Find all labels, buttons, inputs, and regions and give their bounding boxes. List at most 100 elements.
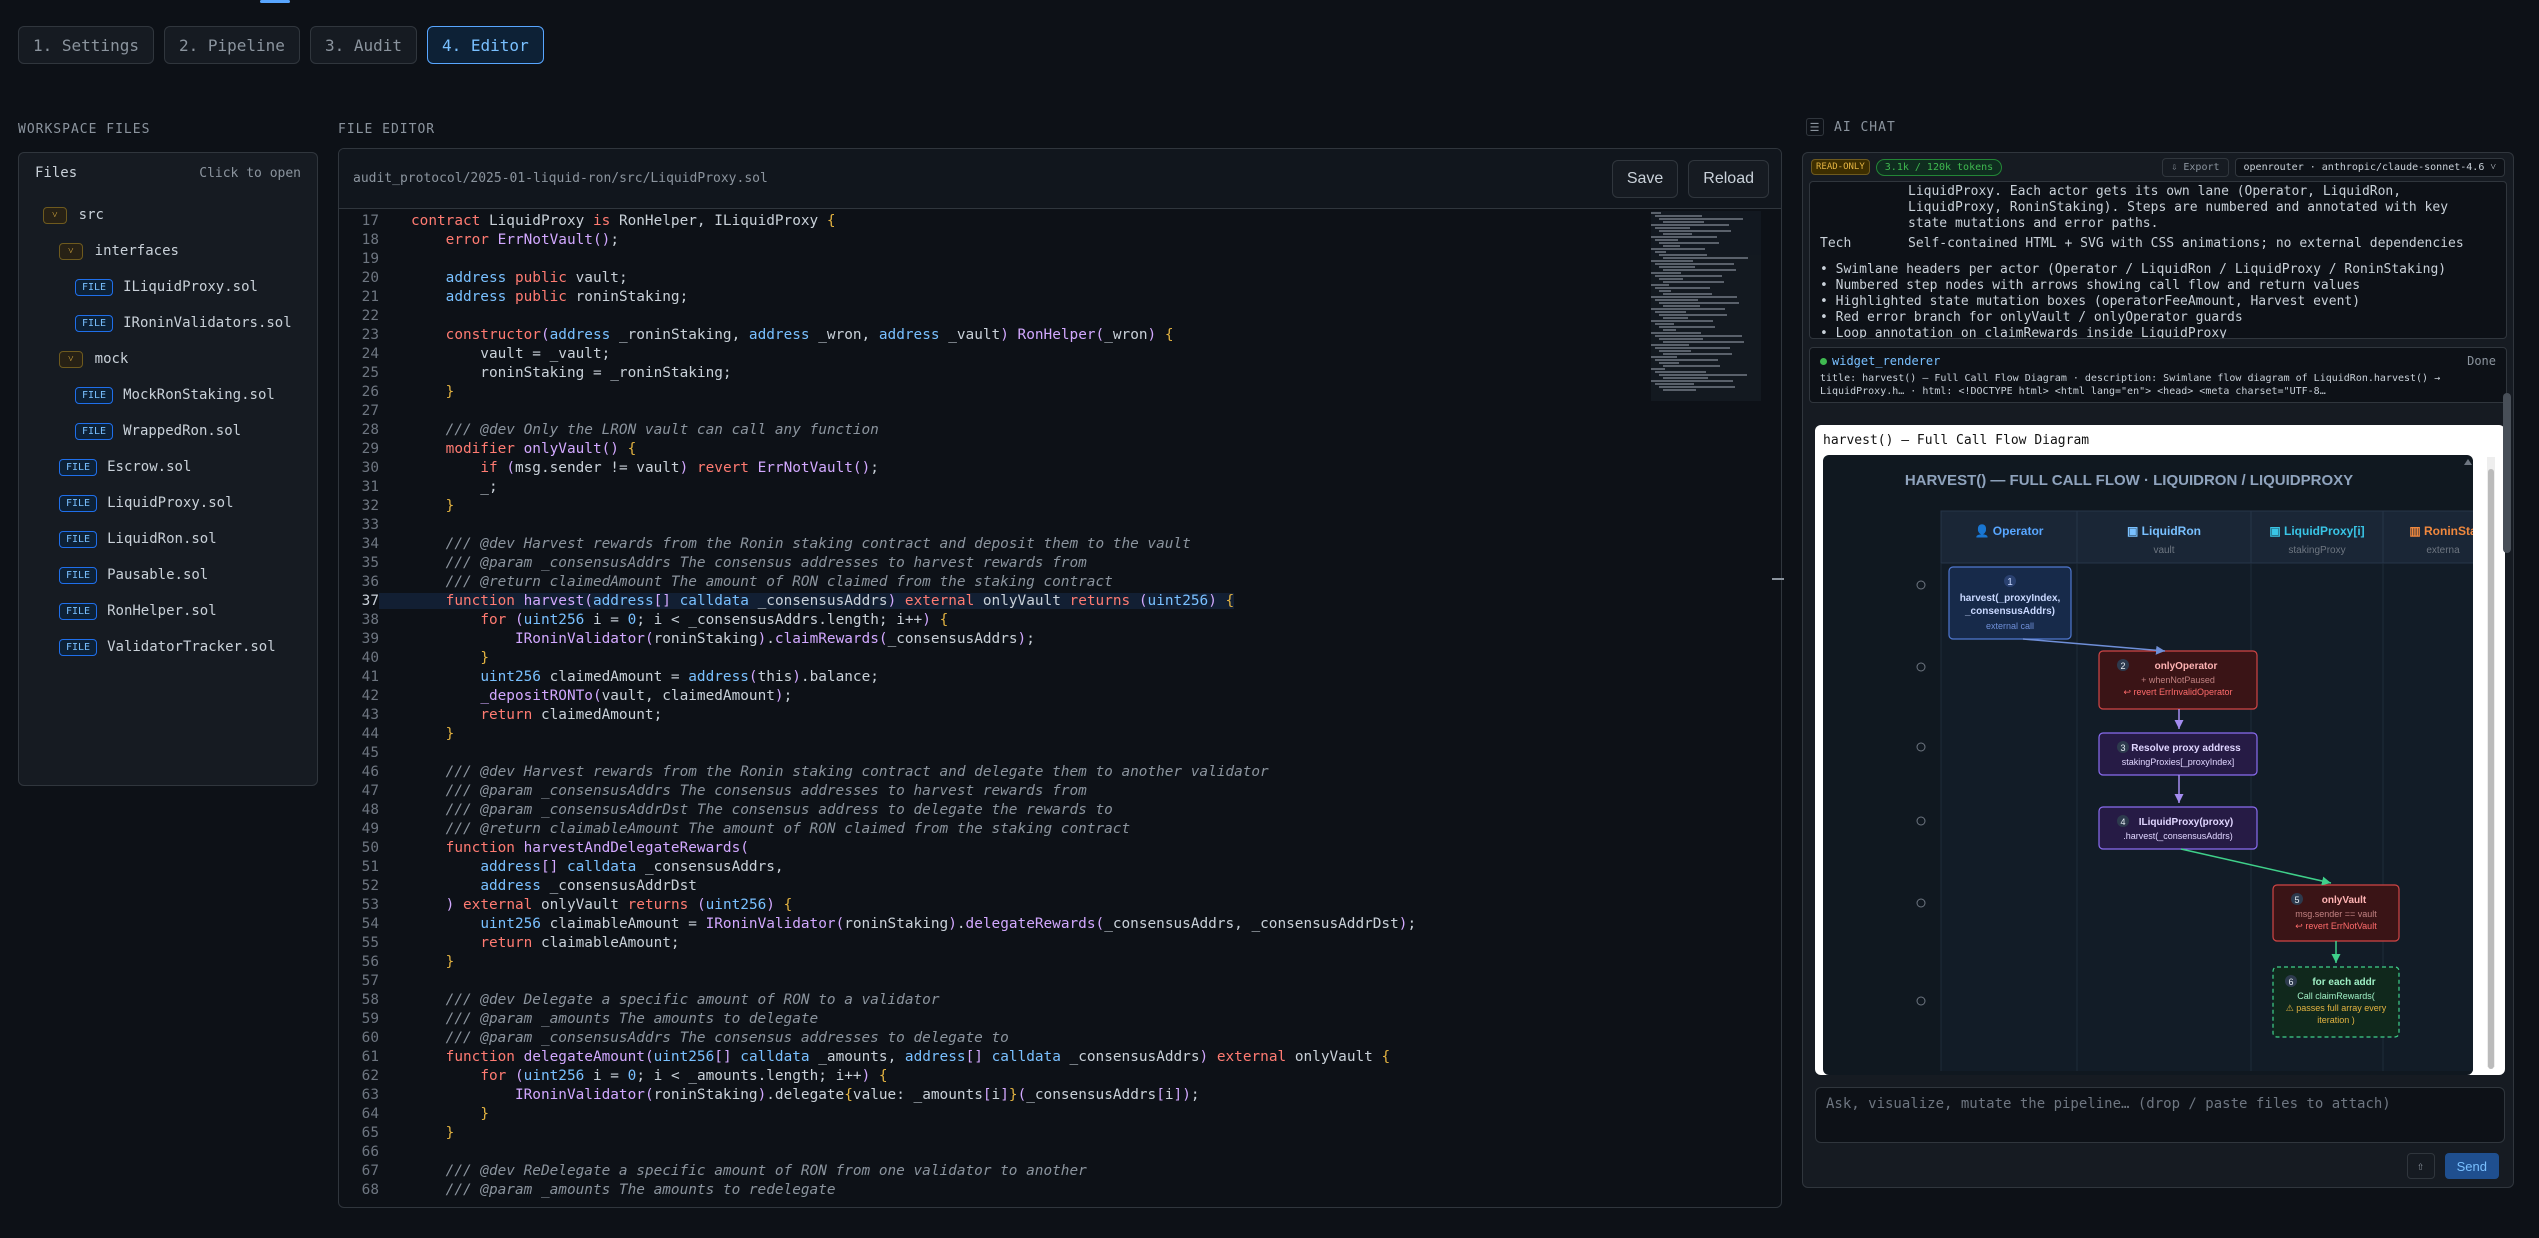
- line-number: 68: [361, 1181, 379, 1198]
- code-line[interactable]: 33: [339, 515, 1649, 534]
- minimap-line: [1651, 236, 1717, 238]
- code-line[interactable]: 50 function harvestAndDelegateRewards(: [339, 838, 1649, 857]
- widget-scrollbar-thumb[interactable]: [2488, 469, 2494, 1069]
- code-line[interactable]: 57: [339, 971, 1649, 990]
- code-line[interactable]: 39 IRoninValidator(roninStaking).claimRe…: [339, 629, 1649, 648]
- code-minimap[interactable]: [1651, 211, 1761, 401]
- code-line[interactable]: 65 }: [339, 1123, 1649, 1142]
- code-line[interactable]: 22: [339, 306, 1649, 325]
- code-line[interactable]: 55 return claimableAmount;: [339, 933, 1649, 952]
- read-only-badge: READ-ONLY: [1811, 159, 1870, 175]
- code-line[interactable]: 64 }: [339, 1104, 1649, 1123]
- file-item[interactable]: FILE ILiquidProxy.sol: [19, 269, 317, 305]
- code-line[interactable]: 49 /// @return claimableAmount The amoun…: [339, 819, 1649, 838]
- code-line[interactable]: 26 }: [339, 382, 1649, 401]
- model-select[interactable]: openrouter · anthropic/claude-sonnet-4.6…: [2234, 157, 2505, 177]
- code-line[interactable]: 35 /// @param _consensusAddrs The consen…: [339, 553, 1649, 572]
- code-line[interactable]: 19: [339, 249, 1649, 268]
- line-number: 61: [361, 1048, 379, 1065]
- code-line[interactable]: 32 }: [339, 496, 1649, 515]
- folder-item[interactable]: ˅ mock: [19, 341, 317, 377]
- minimap-line: [1651, 308, 1725, 310]
- code-line[interactable]: 51 address[] calldata _consensusAddrs,: [339, 857, 1649, 876]
- code-line[interactable]: 63 IRoninValidator(roninStaking).delegat…: [339, 1085, 1649, 1104]
- code-line[interactable]: 42 _depositRONTo(vault, claimedAmount);: [339, 686, 1649, 705]
- code-line[interactable]: 23 constructor(address _roninStaking, ad…: [339, 325, 1649, 344]
- file-item[interactable]: FILE Pausable.sol: [19, 557, 317, 593]
- code-line[interactable]: 43 return claimedAmount;: [339, 705, 1649, 724]
- code-line[interactable]: 20 address public vault;: [339, 268, 1649, 287]
- code-line[interactable]: 56 }: [339, 952, 1649, 971]
- code-line[interactable]: 44 }: [339, 724, 1649, 743]
- line-number: 43: [361, 706, 379, 723]
- code-line[interactable]: 38 for (uint256 i = 0; i < _consensusAdd…: [339, 610, 1649, 629]
- code-line[interactable]: 41 uint256 claimedAmount = address(this)…: [339, 667, 1649, 686]
- code-line[interactable]: 25 roninStaking = _roninStaking;: [339, 363, 1649, 382]
- code-line[interactable]: 28 /// @dev Only the LRON vault can call…: [339, 420, 1649, 439]
- save-button[interactable]: Save: [1611, 159, 1679, 198]
- code-line[interactable]: 34 /// @dev Harvest rewards from the Ron…: [339, 534, 1649, 553]
- tab-editor[interactable]: 4. Editor: [427, 26, 544, 64]
- reload-button[interactable]: Reload: [1688, 159, 1769, 198]
- code-line[interactable]: 29 modifier onlyVault() {: [339, 439, 1649, 458]
- code-line[interactable]: 54 uint256 claimableAmount = IRoninValid…: [339, 914, 1649, 933]
- chat-scrollbar[interactable]: [2503, 393, 2511, 553]
- code-line[interactable]: 59 /// @param _amounts The amounts to de…: [339, 1009, 1649, 1028]
- send-button[interactable]: Send: [2444, 1153, 2499, 1179]
- code-line[interactable]: 53 ) external onlyVault returns (uint256…: [339, 895, 1649, 914]
- file-item[interactable]: FILE ValidatorTracker.sol: [19, 629, 317, 665]
- code-line[interactable]: 17 contract LiquidProxy is RonHelper, ILi…: [339, 211, 1649, 230]
- code-line[interactable]: 27: [339, 401, 1649, 420]
- code-line[interactable]: 62 for (uint256 i = 0; i < _amounts.leng…: [339, 1066, 1649, 1085]
- code-line[interactable]: 68 /// @param _amounts The amounts to re…: [339, 1180, 1649, 1199]
- minimap-line: [1663, 365, 1720, 367]
- code-area[interactable]: 17 contract LiquidProxy is RonHelper, ILi…: [339, 211, 1649, 1207]
- line-content: IRoninValidator(roninStaking).claimRewar…: [514, 630, 1035, 647]
- attach-icon[interactable]: ⇧: [2406, 1153, 2435, 1179]
- minimap-line: [1651, 260, 1693, 262]
- export-button[interactable]: ⇩ Export: [2162, 157, 2229, 177]
- plan-bullet: Swimlane headers per actor (Operator / L…: [1820, 262, 2496, 278]
- chat-input[interactable]: Ask, visualize, mutate the pipeline… (dr…: [1815, 1087, 2505, 1143]
- file-item[interactable]: FILE RonHelper.sol: [19, 593, 317, 629]
- tab-pipeline[interactable]: 2. Pipeline: [163, 26, 300, 64]
- file-path: audit_protocol/2025-01-liquid-ron/src/Li…: [353, 171, 768, 186]
- code-line[interactable]: 47 /// @param _consensusAddrs The consen…: [339, 781, 1649, 800]
- line-number: 22: [361, 307, 379, 324]
- hamburger-icon[interactable]: ☰: [1806, 118, 1824, 136]
- code-line[interactable]: 58 /// @dev Delegate a specific amount o…: [339, 990, 1649, 1009]
- scroll-up-icon[interactable]: [2464, 459, 2472, 465]
- file-item[interactable]: FILE WrappedRon.sol: [19, 413, 317, 449]
- code-line[interactable]: 52 address _consensusAddrDst: [339, 876, 1649, 895]
- tree-item-label: WrappedRon.sol: [123, 423, 242, 439]
- code-line[interactable]: 30 if (msg.sender != vault) revert ErrNo…: [339, 458, 1649, 477]
- file-item[interactable]: FILE IRoninValidators.sol: [19, 305, 317, 341]
- file-item[interactable]: FILE LiquidRon.sol: [19, 521, 317, 557]
- code-line[interactable]: 61 function delegateAmount(uint256[] cal…: [339, 1047, 1649, 1066]
- code-line[interactable]: 24 vault = _vault;: [339, 344, 1649, 363]
- code-line[interactable]: 37 function harvest(address[] calldata _…: [339, 591, 1649, 610]
- code-line[interactable]: 48 /// @param _consensusAddrDst The cons…: [339, 800, 1649, 819]
- file-item[interactable]: FILE MockRonStaking.sol: [19, 377, 317, 413]
- code-line[interactable]: 40 }: [339, 648, 1649, 667]
- folder-item[interactable]: ˅ src: [19, 197, 317, 233]
- code-line[interactable]: 66: [339, 1142, 1649, 1161]
- minimap-line: [1655, 311, 1686, 313]
- code-line[interactable]: 18 error ErrNotVault();: [339, 230, 1649, 249]
- tab-settings[interactable]: 1. Settings: [18, 26, 154, 64]
- message-line: LiquidProxy, RoninStaking). Steps are nu…: [1908, 200, 2449, 215]
- code-line[interactable]: 46 /// @dev Harvest rewards from the Ron…: [339, 762, 1649, 781]
- code-line[interactable]: 45: [339, 743, 1649, 762]
- code-line[interactable]: 67 /// @dev ReDelegate a specific amount…: [339, 1161, 1649, 1180]
- code-line[interactable]: 36 /// @return claimedAmount The amount …: [339, 572, 1649, 591]
- file-item[interactable]: FILE Escrow.sol: [19, 449, 317, 485]
- code-line[interactable]: 21 address public roninStaking;: [339, 287, 1649, 306]
- tool-call-card[interactable]: widget_renderer Done title: harvest() — …: [1809, 347, 2507, 403]
- file-item[interactable]: FILE LiquidProxy.sol: [19, 485, 317, 521]
- tree-item-label: ILiquidProxy.sol: [123, 279, 258, 295]
- code-line[interactable]: 31 _;: [339, 477, 1649, 496]
- tab-audit[interactable]: 3. Audit: [309, 26, 417, 64]
- code-line[interactable]: 60 /// @param _consensusAddrs The consen…: [339, 1028, 1649, 1047]
- flow-diagram-overlay: [2022, 459, 2472, 963]
- folder-item[interactable]: ˅ interfaces: [19, 233, 317, 269]
